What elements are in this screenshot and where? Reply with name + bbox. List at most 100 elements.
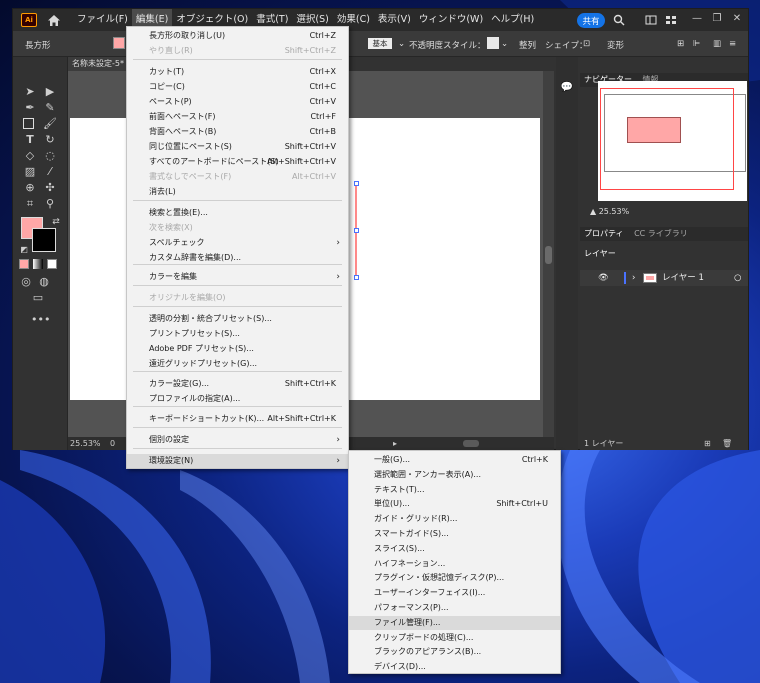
preferences-menu-item[interactable]: ユーザーインターフェイス(I)... [349,586,560,600]
edit-menu-item[interactable]: 次を検索(X) [127,221,348,235]
shape-label[interactable]: シェイプ： [545,39,588,51]
lasso-tool-icon[interactable]: ◌ [43,149,57,163]
search-icon[interactable] [613,14,625,26]
stroke-style-dropdown[interactable]: 基本 [368,38,392,49]
screen-mode-icon[interactable]: ▭ [31,291,45,305]
edit-menu-item[interactable]: すべてのアートボードにペースト(S) Alt+Shift+Ctrl+V [127,155,348,169]
isolate-icon[interactable]: ⊞ [677,39,684,49]
gradient-mode-icon[interactable] [33,259,43,269]
delete-layer-icon[interactable]: 🗑 [722,438,732,450]
edit-menu-item[interactable]: 検索と置換(E)... [127,206,348,220]
edit-menu-item[interactable]: 同じ位置にペースト(S) Shift+Ctrl+V [127,140,348,154]
preferences-menu-item[interactable]: スライス(S)... [349,542,560,556]
preferences-menu-item[interactable]: ファイル管理(F)... [349,615,560,630]
edit-menu-item[interactable]: カスタム辞書を編集(D)... [127,251,348,265]
edit-menu-item[interactable]: ペースト(P) Ctrl+V [127,95,348,109]
vertical-scrollbar[interactable] [543,71,554,437]
edit-menu-item[interactable]: Adobe PDF プリセット(S)... [127,342,348,356]
edit-menu-item[interactable]: やり直し(R) Shift+Ctrl+Z [127,44,348,58]
none-mode-icon[interactable] [47,259,57,269]
stroke-swatch[interactable] [32,228,56,252]
scroll-right-icon[interactable]: ▸ [393,437,397,450]
menu-file[interactable]: ファイル(F) [73,9,132,31]
preferences-menu-item[interactable]: デバイス(D)... [349,660,560,674]
symbol-sprayer-tool-icon[interactable]: ✣ [43,181,57,195]
edit-menu-item[interactable]: キーボードショートカット(K)... Alt+Shift+Ctrl+K [127,412,348,426]
selection-handle-bottom[interactable] [354,275,359,280]
navigator-preview[interactable] [598,81,747,201]
type-tool-icon[interactable]: T [23,133,37,147]
stroke-style-chevron-icon[interactable]: ⌄ [398,39,405,49]
layer-expand-chevron-icon[interactable]: › [632,270,635,286]
control-fill-swatch[interactable] [113,37,125,49]
preferences-menu-item[interactable]: ブラックのアピアランス(B)... [349,645,560,659]
layer-row[interactable]: 👁 › レイヤー 1 ○ [580,270,748,286]
more-tools-icon[interactable]: ••• [31,313,50,327]
edit-menu-item[interactable]: カラー設定(G)... Shift+Ctrl+K [127,377,348,391]
artboard-tool-icon[interactable]: ⌗ [23,197,37,211]
edit-menu-item[interactable]: プリントプリセット(S)... [127,327,348,341]
align-options-icon[interactable]: ⊫ [693,39,700,49]
visibility-eye-icon[interactable]: 👁 [598,270,609,286]
layer-name[interactable]: レイヤー 1 [662,270,704,286]
draw-normal-icon[interactable]: ◎ [19,275,33,289]
zoom-tool-icon[interactable]: ⚲ [43,197,57,211]
edit-menu-item[interactable]: 背面へペースト(B) Ctrl+B [127,125,348,139]
edit-menu-item[interactable]: オリジナルを編集(O) [127,291,348,305]
edit-menu-item[interactable]: 環境設定(N) › [127,454,348,468]
preferences-menu-item[interactable]: 一般(G)... Ctrl+K [349,453,560,467]
panel-menu-icon[interactable]: ≡ [729,39,736,49]
menu-view[interactable]: 表示(V) [374,9,415,31]
edit-menu-item[interactable]: 遠近グリッドプリセット(G)... [127,357,348,371]
selection-handle-top[interactable] [354,181,359,186]
edit-menu-item[interactable]: 前面へペースト(F) Ctrl+F [127,110,348,124]
layer-target-icon[interactable]: ○ [734,270,741,286]
rectangle-tool-icon[interactable] [23,118,34,129]
align-button[interactable]: 整列 [519,39,536,51]
preferences-menu-item[interactable]: クリップボードの処理(C)... [349,631,560,645]
preferences-menu-item[interactable]: 単位(U)... Shift+Ctrl+U [349,497,560,511]
gradient-tool-icon[interactable]: ▨ [23,165,37,179]
edit-menu-item[interactable]: プロファイルの指定(A)... [127,392,348,406]
edit-menu-item[interactable]: 書式なしでペースト(F) Alt+Ctrl+V [127,170,348,184]
paintbrush-tool-icon[interactable]: 🖌 [43,117,57,131]
tab-properties[interactable]: プロパティ [580,229,628,238]
edit-menu-item[interactable]: 長方形の取り消し(U) Ctrl+Z [127,29,348,43]
preferences-menu-item[interactable]: パフォーマンス(P)... [349,601,560,615]
style-chevron-icon[interactable]: ⌄ [501,39,508,49]
eraser-tool-icon[interactable]: ◇ [23,149,37,163]
preferences-menu-item[interactable]: 選択範囲・アンカー表示(A)... [349,468,560,482]
color-mode-icon[interactable] [19,259,29,269]
comments-icon[interactable]: 💬 [560,81,574,95]
home-icon[interactable] [47,14,61,27]
edit-menu-item[interactable]: 消去(L) [127,185,348,199]
menu-window[interactable]: ウィンドウ(W) [415,9,487,31]
scrollbar-thumb[interactable] [545,246,552,264]
preferences-menu-item[interactable]: プラグイン・仮想記憶ディスク(P)... [349,571,560,585]
pen-tool-icon[interactable]: ✒ [23,101,37,115]
edit-menu-item[interactable]: 個別の設定 › [127,433,348,447]
shape-builder-tool-icon[interactable]: ⊕ [23,181,37,195]
navigator-zoom-value[interactable]: 25.53% [599,207,630,216]
tab-cc-libraries[interactable]: CC ライブラリ [630,229,692,238]
arrange-documents-icon[interactable] [665,14,677,26]
selection-tool-icon[interactable]: ➤ [23,85,37,99]
arrange-icon[interactable]: ▥ [713,39,721,49]
preferences-menu-item[interactable]: スマートガイド(S)... [349,527,560,541]
preferences-menu-item[interactable]: ハイフネーション... [349,557,560,571]
transform-button[interactable]: 変形 [607,39,624,51]
share-button[interactable]: 共有 [577,13,605,28]
maximize-button[interactable]: ❐ [709,12,725,26]
edit-menu-item[interactable]: コピー(C) Ctrl+C [127,80,348,94]
rotate-tool-icon[interactable]: ↻ [43,133,57,147]
navigator-zoom-out-icon[interactable]: ▲ [590,207,596,216]
workspace-icon[interactable] [645,14,657,26]
selection-handle-middle[interactable] [354,228,359,233]
preferences-menu-item[interactable]: ガイド・グリッド(R)... [349,512,560,526]
draw-behind-icon[interactable]: ◍ [37,275,51,289]
swap-colors-icon[interactable]: ⇄ [49,215,63,229]
edit-menu-item[interactable]: 透明の分割・統合プリセット(S)... [127,312,348,326]
default-colors-icon[interactable]: ◩ [17,243,31,257]
edit-menu-item[interactable]: スペルチェック › [127,236,348,250]
edit-menu-item[interactable]: カラーを編集 › [127,270,348,284]
